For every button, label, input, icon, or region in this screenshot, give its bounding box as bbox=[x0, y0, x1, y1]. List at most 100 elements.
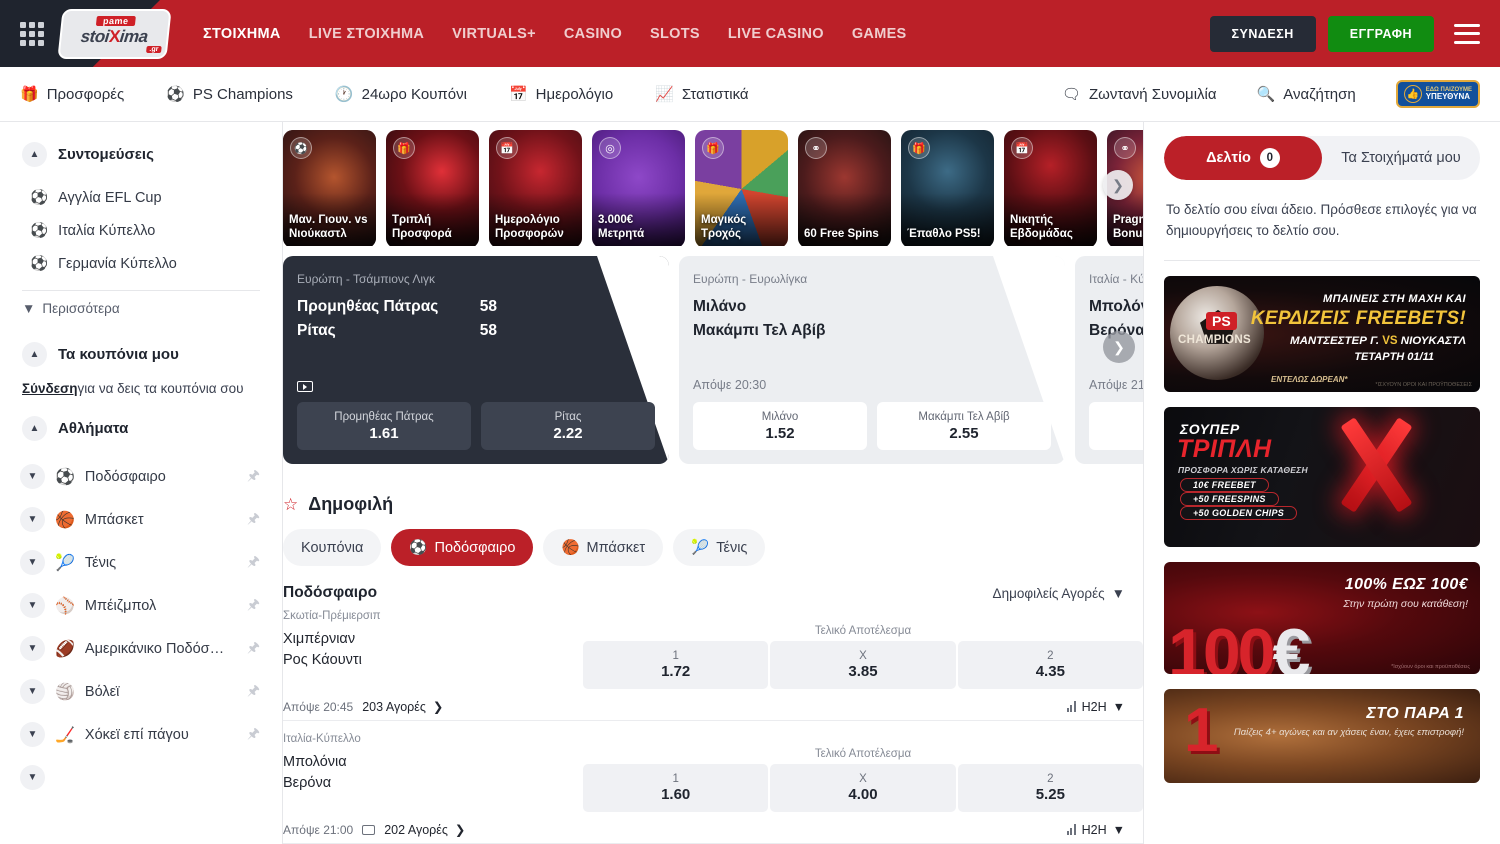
apps-grid-icon[interactable] bbox=[20, 22, 44, 46]
chevron-down-icon[interactable]: ▼ bbox=[20, 550, 45, 575]
pin-icon[interactable]: 🖈 bbox=[247, 594, 260, 618]
featured-carousel-next-button[interactable]: ❯ bbox=[1103, 331, 1135, 363]
chevron-down-icon[interactable]: ▼ bbox=[20, 765, 45, 790]
sidebar-sport-ice-hockey[interactable]: ▼ 🏒 Χόκεϊ επί πάγου 🖈 bbox=[0, 713, 282, 756]
banner-ps-champions[interactable]: PS CHAMPIONS ΜΠΑΙΝΕΙΣ ΣΤΗ ΜΑΧΗ ΚΑΙ ΚΕΡΔΙ… bbox=[1164, 276, 1480, 392]
promo-card-ps-champions[interactable]: ⚽ Μαν. Γιουν. vs Νιούκαστλ bbox=[283, 130, 376, 246]
match-time: Απόψε 20:45 bbox=[283, 700, 353, 714]
pin-icon[interactable]: 🖈 bbox=[247, 465, 260, 489]
chevron-down-icon[interactable]: ▼ bbox=[20, 464, 45, 489]
sidebar-sport-tennis[interactable]: ▼ 🎾 Τένις 🖈 bbox=[0, 541, 282, 584]
gift-icon: 🎁 bbox=[702, 137, 724, 159]
match-teams[interactable]: Χιμπέρνιαν Ρος Κάουντι bbox=[283, 625, 583, 671]
betslip-empty-message: Το δελτίο σου είναι άδειο. Πρόσθεσε επιλ… bbox=[1164, 180, 1480, 261]
chevron-down-icon[interactable]: ▼ bbox=[20, 507, 45, 532]
subnav-item-24h-coupon[interactable]: 🕐 24ωρο Κουπόνι bbox=[335, 86, 467, 103]
nav-link-stoixima[interactable]: ΣΤΟΙΧΗΜΑ bbox=[203, 26, 281, 42]
pin-icon[interactable]: 🖈 bbox=[247, 508, 260, 532]
sidebar-more-button[interactable]: ▼ Περισσότερα bbox=[0, 291, 282, 326]
odd-button[interactable]: Μιλάνο 1.52 bbox=[693, 402, 867, 450]
banner-super-triple[interactable]: ΣΟΥΠΕΡ ΤΡΙΠΛΗ ΠΡΟΣΦΟΡΑ ΧΩΡΙΣ ΚΑΤΑΘΕΣΗ 10… bbox=[1164, 407, 1480, 547]
promo-card-ps5-prize[interactable]: 🎁 Έπαθλο PS5! bbox=[901, 130, 994, 246]
sidebar-login-link[interactable]: Σύνδεση bbox=[22, 381, 78, 396]
promo-card-magic-wheel[interactable]: 🎁 Μαγικός Τροχός bbox=[695, 130, 788, 246]
login-button[interactable]: ΣΥΝΔΕΣΗ bbox=[1210, 16, 1316, 52]
main-content: ⚽ Μαν. Γιουν. vs Νιούκαστλ 🎁 Τριπλή Προσ… bbox=[283, 122, 1143, 844]
tab-my-bets[interactable]: Τα Στοιχήματά μου bbox=[1322, 136, 1480, 180]
promo-card-offers-calendar[interactable]: 📅 Ημερολόγιο Προσφορών bbox=[489, 130, 582, 246]
nav-link-virtuals[interactable]: VIRTUALS+ bbox=[452, 26, 536, 42]
promo-card-60-free-spins[interactable]: ⚭ 60 Free Spins bbox=[798, 130, 891, 246]
sidebar-sport-football[interactable]: ▼ ⚽ Ποδόσφαιρο 🖈 bbox=[0, 455, 282, 498]
chevron-down-icon[interactable]: ▼ bbox=[20, 722, 45, 747]
match-teams[interactable]: Μπολόνια Βερόνα bbox=[283, 748, 583, 794]
live-stream-icon[interactable] bbox=[297, 381, 313, 392]
nav-link-live-stoixima[interactable]: LIVE ΣΤΟΙΧΗΜΑ bbox=[309, 26, 424, 42]
chevron-right-icon: ❯ bbox=[433, 699, 443, 714]
site-logo[interactable]: pame stoiXima .gr bbox=[60, 11, 170, 57]
subnav-item-ps-champions[interactable]: ⚽ PS Champions bbox=[166, 86, 293, 103]
sidebar-item-germany-cup[interactable]: ⚽ Γερμανία Κύπελλο bbox=[0, 247, 282, 280]
h2h-button[interactable]: H2H ▼ bbox=[1067, 823, 1125, 837]
promo-carousel-next-button[interactable]: ❯ bbox=[1103, 170, 1133, 200]
sidebar-sport-next-partial[interactable]: ▼ bbox=[0, 756, 282, 799]
sidebar-sport-american-football[interactable]: ▼ 🏈 Αμερικάνικο Ποδόσ… 🖈 bbox=[0, 627, 282, 670]
odd-button-2[interactable]: 2 4.35 bbox=[958, 641, 1143, 689]
promo-card-triple-offer[interactable]: 🎁 Τριπλή Προσφορά bbox=[386, 130, 479, 246]
sidebar-sport-basketball[interactable]: ▼ 🏀 Μπάσκετ 🖈 bbox=[0, 498, 282, 541]
banner-welcome-bonus[interactable]: 100€ 100% ΕΩΣ 100€ Στην πρώτη σου κατάθε… bbox=[1164, 562, 1480, 674]
nav-link-live-casino[interactable]: LIVE CASINO bbox=[728, 26, 824, 42]
odd-button-1[interactable]: 1 1.72 bbox=[583, 641, 768, 689]
odd-button[interactable]: Προμηθέας Πάτρας 1.61 bbox=[297, 402, 471, 450]
subnav-item-live-chat[interactable]: 🗨 Ζωντανή Συνομιλία bbox=[1062, 86, 1217, 103]
banner-sto-para-1[interactable]: 1 ΣΤΟ ΠΑΡΑ 1 Παίζεις 4+ αγώνες και αν χά… bbox=[1164, 689, 1480, 783]
odd-button-2[interactable]: 2 5.25 bbox=[958, 764, 1143, 812]
pin-icon[interactable]: 🖈 bbox=[247, 723, 260, 747]
sidebar-sport-baseball[interactable]: ▼ ⚾ Μπέιζμπολ 🖈 bbox=[0, 584, 282, 627]
featured-match-card[interactable]: Ευρώπη - Τσάμπιονς Λιγκ Προμηθέας Πάτρας… bbox=[283, 256, 669, 464]
responsible-gaming-badge[interactable]: 👍 ΕΔΩ ΠΑΙΖΟΥΜΕ ΥΠΕΥΘΥΝΑ bbox=[1396, 80, 1480, 108]
odd-button[interactable]: Ρίτας 2.22 bbox=[481, 402, 655, 450]
nav-link-slots[interactable]: SLOTS bbox=[650, 26, 700, 42]
sidebar-item-efl-cup[interactable]: ⚽ Αγγλία EFL Cup bbox=[0, 181, 282, 214]
pin-icon[interactable]: 🖈 bbox=[247, 551, 260, 575]
odd-label: Μακάμπι Τελ Αβίβ bbox=[918, 411, 1009, 423]
sidebar-sport-volleyball[interactable]: ▼ 🏐 Βόλεϊ 🖈 bbox=[0, 670, 282, 713]
sidebar-section-sports[interactable]: ▲ Αθλήματα bbox=[0, 416, 282, 441]
sidebar-section-shortcuts[interactable]: ▲ Συντομεύσεις bbox=[0, 142, 282, 167]
market-selector-label: Δημοφιλείς Αγορές bbox=[993, 586, 1105, 601]
subnav-item-offers[interactable]: 🎁 Προσφορές bbox=[20, 86, 124, 103]
markets-count-link[interactable]: 203 Αγορές ❯ bbox=[362, 699, 443, 714]
tab-betslip[interactable]: Δελτίο 0 bbox=[1164, 136, 1322, 180]
odd-button-x[interactable]: X 3.85 bbox=[770, 641, 955, 689]
live-stream-icon[interactable] bbox=[362, 825, 375, 835]
nav-link-games[interactable]: GAMES bbox=[852, 26, 907, 42]
pin-icon[interactable]: 🖈 bbox=[247, 637, 260, 661]
register-button[interactable]: ΕΓΓΡΑΦΗ bbox=[1328, 16, 1434, 52]
market-selector-dropdown[interactable]: Δημοφιλείς Αγορές ▼ bbox=[993, 586, 1125, 601]
sidebar-item-italy-cup[interactable]: ⚽ Ιταλία Κύπελλο bbox=[0, 214, 282, 247]
chevron-down-icon[interactable]: ▼ bbox=[20, 679, 45, 704]
tab-football[interactable]: ⚽ Ποδόσφαιρο bbox=[391, 529, 533, 566]
subnav-item-calendar[interactable]: 📅 Ημερολόγιο bbox=[509, 86, 613, 103]
markets-count-link[interactable]: 202 Αγορές ❯ bbox=[384, 822, 465, 837]
subnav-item-statistics[interactable]: 📈 Στατιστικά bbox=[655, 86, 748, 103]
odd-button[interactable]: Μακάμπι Τελ Αβίβ 2.55 bbox=[877, 402, 1051, 450]
odd-button-x[interactable]: X 4.00 bbox=[770, 764, 955, 812]
promo-card-weekly-winner[interactable]: 📅 Νικητής Εβδομάδας bbox=[1004, 130, 1097, 246]
subnav-item-search[interactable]: 🔍 Αναζήτηση bbox=[1257, 86, 1356, 103]
tab-coupons[interactable]: Κουπόνια bbox=[283, 529, 381, 566]
featured-match-card[interactable]: Ευρώπη - Ευρωλίγκα Μιλάνο Μακάμπι Τελ Αβ… bbox=[679, 256, 1065, 464]
pin-icon[interactable]: 🖈 bbox=[247, 680, 260, 704]
nav-link-casino[interactable]: CASINO bbox=[564, 26, 622, 42]
promo-card-3000-cash[interactable]: ◎ 3.000€ Μετρητά bbox=[592, 130, 685, 246]
tab-basketball[interactable]: 🏀 Μπάσκετ bbox=[543, 529, 663, 566]
chevron-down-icon[interactable]: ▼ bbox=[20, 636, 45, 661]
hamburger-menu-icon[interactable] bbox=[1454, 24, 1480, 44]
odd-button-1[interactable]: 1 1.60 bbox=[583, 764, 768, 812]
h2h-button[interactable]: H2H ▼ bbox=[1067, 700, 1125, 714]
tab-tennis[interactable]: 🎾 Τένις bbox=[673, 529, 765, 566]
sidebar-section-my-coupons[interactable]: ▲ Τα κουπόνια μου bbox=[0, 342, 282, 367]
odd-button[interactable]: 1 1.60 bbox=[1089, 402, 1143, 450]
chevron-down-icon[interactable]: ▼ bbox=[20, 593, 45, 618]
